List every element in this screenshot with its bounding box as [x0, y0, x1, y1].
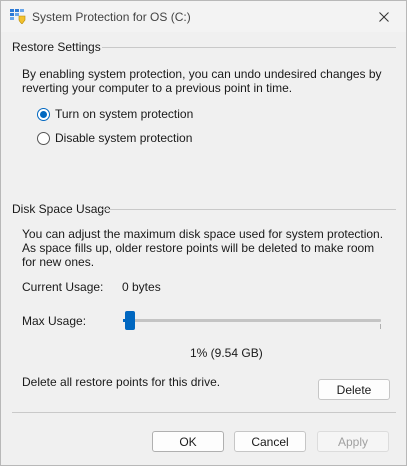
system-protection-icon: [10, 8, 26, 25]
radio-label: Turn on system protection: [55, 107, 194, 121]
max-usage-slider-ticks: [127, 324, 381, 329]
radio-indicator-selected[interactable]: [37, 107, 50, 121]
max-usage-slider-thumb[interactable]: [125, 311, 136, 330]
cancel-button[interactable]: Cancel: [234, 431, 306, 452]
max-usage-label: Max Usage:: [22, 314, 87, 328]
delete-restore-points-text: Delete all restore points for this drive…: [22, 375, 221, 389]
current-usage-value: 0 bytes: [122, 280, 161, 294]
restore-settings-heading: Restore Settings: [12, 40, 101, 54]
restore-settings-description: By enabling system protection, you can u…: [22, 67, 382, 95]
system-protection-dialog: System Protection for OS (C:) Restore Se…: [0, 0, 407, 466]
title-bar[interactable]: System Protection for OS (C:): [1, 1, 406, 32]
disk-space-divider: [102, 209, 396, 210]
radio-indicator[interactable]: [37, 131, 50, 145]
radio-turn-on-protection[interactable]: Turn on system protection: [37, 107, 193, 121]
radio-label: Disable system protection: [55, 131, 193, 145]
close-button[interactable]: [362, 1, 406, 32]
close-icon: [379, 11, 389, 22]
ok-button[interactable]: OK: [152, 431, 224, 452]
window-title: System Protection for OS (C:): [32, 10, 191, 24]
delete-button[interactable]: Delete: [318, 379, 390, 400]
restore-settings-divider: [102, 47, 396, 48]
disk-space-description: You can adjust the maximum disk space us…: [22, 227, 384, 269]
radio-disable-protection[interactable]: Disable system protection: [37, 131, 192, 145]
disk-space-heading: Disk Space Usage: [12, 202, 111, 216]
footer-divider: [12, 412, 396, 413]
max-usage-value: 1% (9.54 GB): [190, 346, 263, 360]
apply-button[interactable]: Apply: [317, 431, 389, 452]
max-usage-slider-track[interactable]: [123, 319, 381, 322]
current-usage-label: Current Usage:: [22, 280, 104, 294]
